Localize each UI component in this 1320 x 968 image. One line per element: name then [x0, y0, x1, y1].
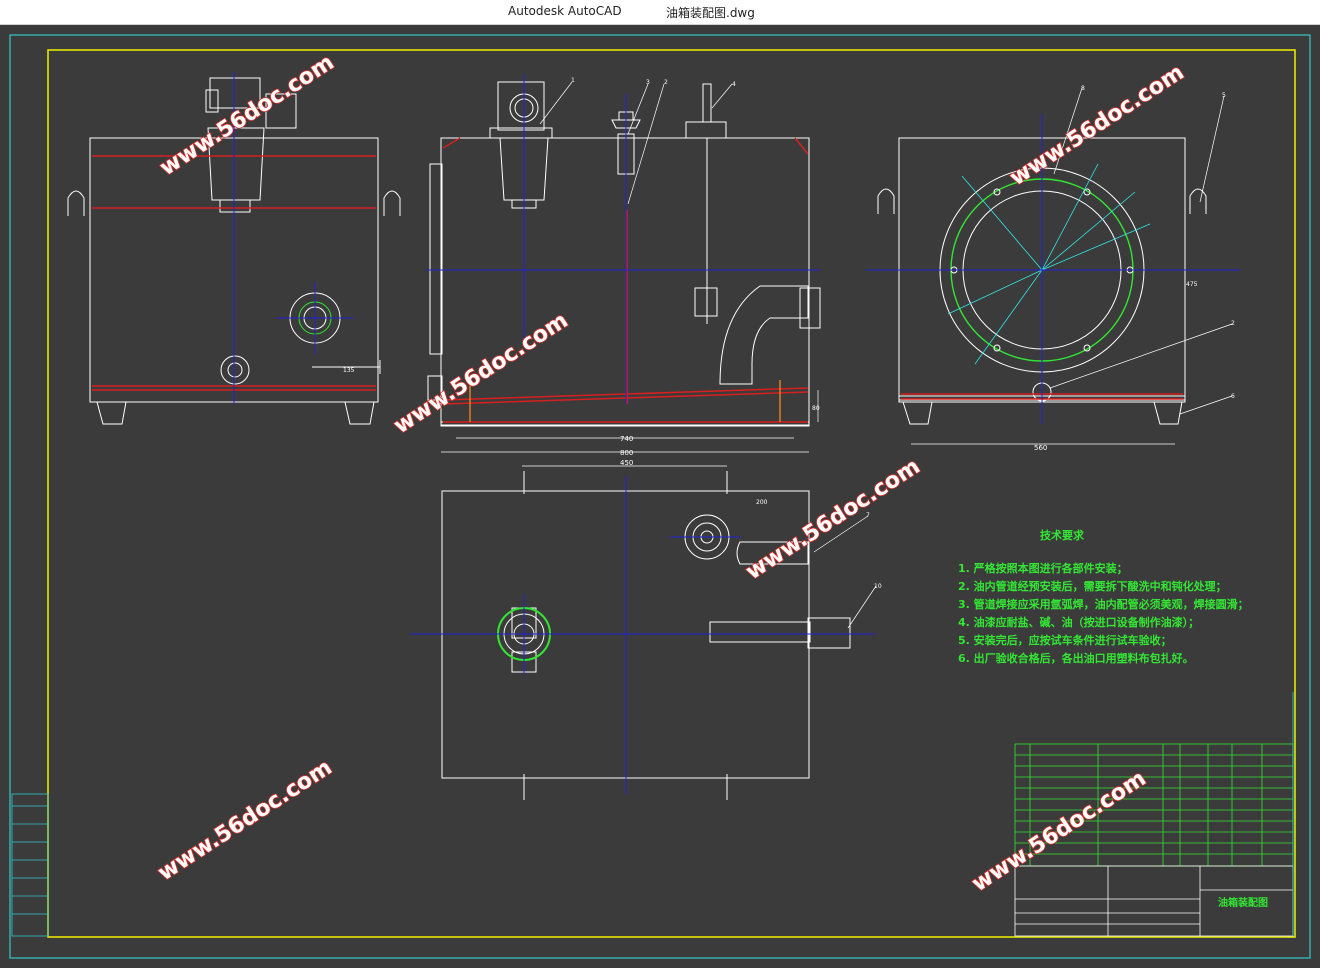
- side-view-orange: [469, 376, 781, 422]
- balloon-8: 8: [1081, 85, 1085, 92]
- balloon-7: 7: [866, 512, 870, 519]
- balloon-4: 4: [732, 81, 736, 88]
- watermark-6: www.56doc.com: [968, 766, 1151, 897]
- side-view-centerlines: [426, 74, 820, 404]
- tech-req-title: 技术要求: [1040, 528, 1085, 542]
- dim-475: 475: [1186, 281, 1198, 288]
- dim-560: 560: [1034, 444, 1047, 452]
- watermark-4: www.56doc.com: [742, 454, 925, 585]
- balloon-2b: 2: [1231, 320, 1235, 327]
- title-bar: Autodesk AutoCAD 油箱装配图.dwg: [0, 0, 1320, 25]
- drawing-canvas[interactable]: 740 800 450 80 560 475 200 135 1 3 2 4 8…: [0, 24, 1320, 964]
- app-name: Autodesk AutoCAD: [508, 4, 622, 18]
- end-view-leaders: [947, 163, 1151, 365]
- balloon-6: 6: [1231, 393, 1235, 400]
- watermark-1: www.56doc.com: [156, 50, 339, 181]
- drawing-title: 油箱装配图: [1218, 896, 1268, 909]
- dim-135: 135: [343, 367, 355, 374]
- tech-req-item-2: 2. 油内管道经预安装后，需要拆下酸洗中和钝化处理；: [958, 579, 1227, 593]
- outer-frame: [9, 34, 1311, 959]
- watermark-3: www.56doc.com: [390, 308, 573, 439]
- balloon-1: 1: [571, 77, 575, 84]
- watermark-2: www.56doc.com: [1006, 60, 1189, 191]
- top-view: [441, 471, 851, 800]
- dim-800: 800: [620, 449, 633, 457]
- watermark-5: www.56doc.com: [154, 755, 337, 886]
- balloon-5: 5: [1222, 92, 1226, 99]
- tech-req-item-5: 5. 安装完后，应按试车条件进行试车验收；: [958, 633, 1172, 647]
- balloon-leaders: [539, 81, 1233, 629]
- balloon-3: 3: [646, 79, 650, 86]
- drawing-sheet: 740 800 450 80 560 475 200 135 1 3 2 4 8…: [9, 34, 1311, 959]
- tech-req-item-3: 3. 管道焊接应采用氩弧焊，油内配管必须美观，焊接圆滑；: [958, 597, 1249, 611]
- tech-req-item-1: 1. 严格按照本图进行各部件安装；: [958, 561, 1128, 575]
- dim-80: 80: [812, 405, 820, 412]
- tech-req-item-6: 6. 出厂验收合格后，各出油口用塑料布包扎好。: [958, 651, 1194, 665]
- tech-req-item-4: 4. 油漆应耐盐、碱、油（按进口设备制作油漆）；: [958, 615, 1199, 629]
- dim-740: 740: [620, 435, 633, 443]
- dim-450: 450: [620, 459, 633, 467]
- balloon-2: 2: [664, 79, 668, 86]
- balloon-10: 10: [874, 583, 882, 590]
- dim-200: 200: [756, 499, 768, 506]
- document-name: 油箱装配图.dwg: [666, 6, 755, 20]
